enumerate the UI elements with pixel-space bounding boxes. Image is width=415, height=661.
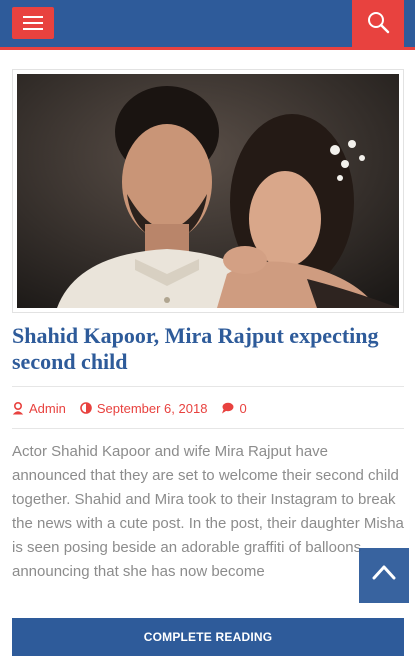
hamburger-icon-line [23,16,43,18]
header-accent-line [0,47,415,50]
featured-image-frame[interactable] [12,69,404,313]
author-link[interactable]: Admin [12,401,66,416]
date-link[interactable]: September 6, 2018 [80,400,208,416]
chevron-up-icon [372,565,396,580]
post-excerpt: Actor Shahid Kapoor and wife Mira Rajput… [12,443,404,580]
search-button[interactable] [352,0,404,48]
comment-icon [222,402,234,414]
clock-icon [80,402,92,414]
hamburger-icon-line [23,28,43,30]
scroll-to-top-button[interactable] [359,548,409,603]
search-icon [368,12,390,34]
divider [12,428,404,429]
comments-link[interactable]: 0 [221,400,247,416]
post-meta: Admin September 6, 2018 0 [12,400,261,416]
hamburger-icon-line [23,22,43,24]
menu-button[interactable] [12,7,54,39]
post-title[interactable]: Shahid Kapoor, Mira Rajput expecting sec… [12,323,404,375]
user-icon [12,401,24,414]
divider [12,386,404,387]
top-navigation-bar [0,0,415,48]
post-date: September 6, 2018 [96,400,208,416]
comment-count: 0 [239,400,247,416]
featured-image[interactable] [17,74,399,308]
author-name: Admin [29,400,66,416]
couple-photo [17,74,399,308]
complete-reading-button[interactable]: COMPLETE READING [12,618,404,656]
